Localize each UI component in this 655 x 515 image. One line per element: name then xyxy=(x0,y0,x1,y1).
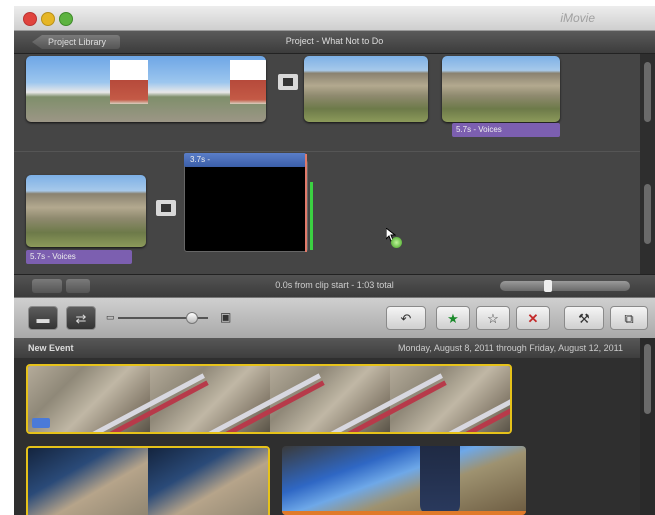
project-storyboard[interactable]: 5.7s - Voices 5.7s - Voices 3.7s - xyxy=(14,54,640,274)
minimize-button[interactable] xyxy=(41,12,55,26)
drop-marker xyxy=(310,182,313,250)
thumbnail-size-slider[interactable] xyxy=(500,280,630,292)
clip-frame xyxy=(390,366,510,432)
event-header: New Event Monday, August 8, 2011 through… xyxy=(14,338,655,358)
zoom-slider-knob[interactable] xyxy=(186,312,198,324)
back-arrow-icon: ↶ xyxy=(400,311,412,326)
clip-frame xyxy=(270,366,390,432)
clip-type-badge xyxy=(32,418,50,428)
crop-button[interactable]: ⧉ xyxy=(610,306,648,330)
reject-x-icon: ✕ xyxy=(527,311,539,326)
swap-button[interactable]: ⇄ xyxy=(66,306,96,330)
transition-icon[interactable] xyxy=(156,200,176,216)
house-thumbnail xyxy=(110,60,148,104)
house-thumbnail xyxy=(230,60,266,104)
event-date-range: Monday, August 8, 2011 through Friday, A… xyxy=(398,343,623,353)
row-separator xyxy=(14,151,640,152)
screen-icon: ▣ xyxy=(220,310,232,324)
project-title: Project - What Not to Do xyxy=(285,36,384,46)
close-button[interactable] xyxy=(23,12,37,26)
project-scrollbar[interactable] xyxy=(640,54,655,274)
unmark-button[interactable]: ☆ xyxy=(476,306,510,330)
person-silhouette xyxy=(420,446,460,515)
camera-import-button[interactable]: ▬ xyxy=(28,306,58,330)
event-clip-filmstrip[interactable] xyxy=(26,364,512,434)
slider-small-icon: ▭ xyxy=(106,312,115,322)
project-clip-rocks-2[interactable] xyxy=(26,175,146,247)
tools-icon: ⚒ xyxy=(578,311,590,326)
clip-usage-bar xyxy=(282,511,526,515)
project-header: Project Library Project - What Not to Do xyxy=(14,31,655,54)
add-icon xyxy=(391,237,402,248)
project-clip-rocks-voice[interactable] xyxy=(442,56,560,122)
imovie-window: iMovie Project Library Project - What No… xyxy=(14,6,655,515)
reject-button[interactable]: ✕ xyxy=(516,306,550,330)
project-status-bar: 0.0s from clip start - 1:03 total xyxy=(14,274,655,297)
event-clip-filmstrip-2[interactable] xyxy=(26,446,270,515)
zoom-button[interactable] xyxy=(59,12,73,26)
voiceover-label[interactable]: 5.7s - Voices xyxy=(452,123,560,137)
project-clip-road[interactable] xyxy=(26,56,266,122)
voiceover-label[interactable]: 5.7s - Voices xyxy=(26,250,132,264)
clip-frame xyxy=(148,448,268,515)
event-name: New Event xyxy=(28,343,74,353)
clip-frame xyxy=(28,448,148,515)
playhead[interactable] xyxy=(305,154,307,252)
main-toolbar: ▬ ⇄ ▭ ▣ ↶ ★ ☆ ✕ ⚒ ⧉ xyxy=(14,297,655,339)
slider-knob[interactable] xyxy=(544,280,552,292)
crop-icon: ⧉ xyxy=(624,311,634,326)
event-clip-landscape[interactable] xyxy=(282,446,526,515)
back-button[interactable]: ↶ xyxy=(386,306,426,330)
swap-icon: ⇄ xyxy=(75,311,87,326)
title-clip[interactable] xyxy=(184,160,308,252)
scroll-thumb[interactable] xyxy=(644,62,651,122)
unmark-star-icon: ☆ xyxy=(487,311,499,326)
event-scrollbar[interactable] xyxy=(640,338,655,515)
favorite-star-icon: ★ xyxy=(447,311,459,326)
scroll-thumb[interactable] xyxy=(644,344,651,414)
window-titlebar: iMovie xyxy=(14,6,655,31)
project-clip-rocks[interactable] xyxy=(304,56,428,122)
title-clip-label[interactable]: 3.7s - xyxy=(184,153,306,167)
transition-icon[interactable] xyxy=(278,74,298,90)
scroll-thumb-lower[interactable] xyxy=(644,184,651,244)
tools-button[interactable]: ⚒ xyxy=(564,306,604,330)
clip-frame xyxy=(150,366,270,432)
app-title: iMovie xyxy=(560,11,595,25)
camera-icon: ▬ xyxy=(36,311,50,326)
mark-favorite-button[interactable]: ★ xyxy=(436,306,470,330)
